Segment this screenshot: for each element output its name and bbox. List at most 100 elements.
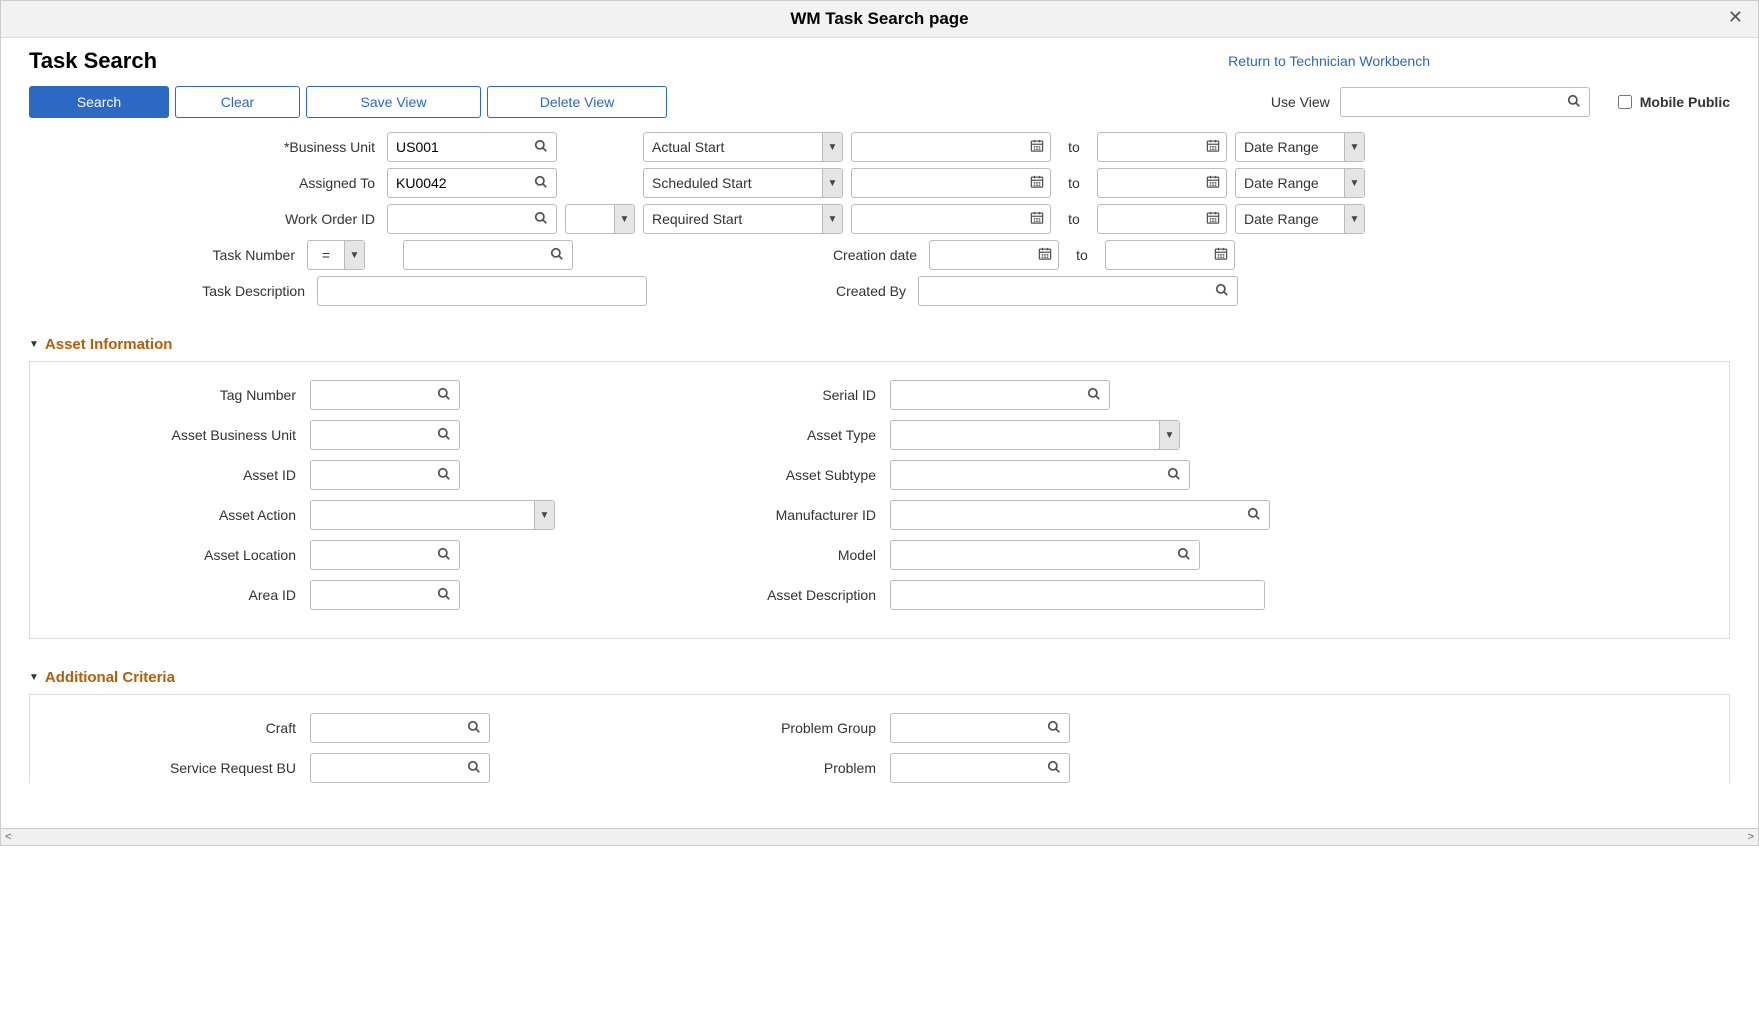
task-description-input[interactable] bbox=[317, 276, 647, 306]
chevron-down-icon[interactable]: ▼ bbox=[344, 241, 364, 269]
task-number-input[interactable] bbox=[404, 243, 542, 267]
return-link[interactable]: Return to Technician Workbench bbox=[1228, 53, 1430, 69]
creation-date-to[interactable] bbox=[1105, 240, 1235, 270]
assigned-to-lookup[interactable] bbox=[387, 168, 557, 198]
required-start-range-select[interactable]: Date Range ▼ bbox=[1235, 204, 1365, 234]
scroll-container[interactable]: Task Search Return to Technician Workben… bbox=[1, 38, 1758, 828]
actual-start-select[interactable]: Actual Start ▼ bbox=[643, 132, 843, 162]
asset-description-input[interactable] bbox=[890, 580, 1265, 610]
chevron-down-icon[interactable]: ▼ bbox=[614, 205, 634, 233]
task-number-lookup[interactable] bbox=[403, 240, 573, 270]
chevron-down-icon: ▼ bbox=[29, 339, 39, 350]
required-start-select[interactable]: Required Start ▼ bbox=[643, 204, 843, 234]
calendar-icon[interactable] bbox=[1024, 174, 1050, 192]
business-unit-lookup[interactable] bbox=[387, 132, 557, 162]
calendar-icon[interactable] bbox=[1200, 138, 1226, 156]
asset-subtype-lookup[interactable] bbox=[890, 460, 1190, 490]
scroll-left-icon[interactable]: < bbox=[5, 831, 11, 843]
search-icon[interactable] bbox=[1207, 283, 1237, 300]
search-icon[interactable] bbox=[429, 547, 459, 564]
required-start-to-date[interactable] bbox=[1097, 204, 1227, 234]
search-icon[interactable] bbox=[526, 211, 556, 228]
task-number-operator-select[interactable]: = ▼ bbox=[307, 240, 365, 270]
asset-type-select[interactable]: ▼ bbox=[890, 420, 1180, 450]
chevron-down-icon[interactable]: ▼ bbox=[1344, 169, 1364, 197]
problem-group-lookup[interactable] bbox=[890, 713, 1070, 743]
creation-date-from[interactable] bbox=[929, 240, 1059, 270]
additional-criteria-section: Craft Problem Group Service Request BU P… bbox=[29, 694, 1730, 783]
search-icon[interactable] bbox=[526, 139, 556, 156]
calendar-icon[interactable] bbox=[1024, 138, 1050, 156]
assigned-to-input[interactable] bbox=[388, 171, 526, 195]
chevron-down-icon[interactable]: ▼ bbox=[1159, 421, 1179, 449]
search-icon[interactable] bbox=[429, 387, 459, 404]
model-lookup[interactable] bbox=[890, 540, 1200, 570]
actual-start-range-select[interactable]: Date Range ▼ bbox=[1235, 132, 1365, 162]
search-icon[interactable] bbox=[1159, 467, 1189, 484]
asset-location-lookup[interactable] bbox=[310, 540, 460, 570]
business-unit-input[interactable] bbox=[388, 135, 526, 159]
serial-id-lookup[interactable] bbox=[890, 380, 1110, 410]
tag-number-lookup[interactable] bbox=[310, 380, 460, 410]
close-icon[interactable]: ✕ bbox=[1728, 7, 1743, 28]
scheduled-start-range-select[interactable]: Date Range ▼ bbox=[1235, 168, 1365, 198]
chevron-down-icon[interactable]: ▼ bbox=[822, 133, 842, 161]
actual-start-to-date[interactable] bbox=[1097, 132, 1227, 162]
chevron-down-icon[interactable]: ▼ bbox=[1344, 205, 1364, 233]
chevron-down-icon[interactable]: ▼ bbox=[822, 205, 842, 233]
work-order-extra-select[interactable]: ▼ bbox=[565, 204, 635, 234]
scheduled-start-select[interactable]: Scheduled Start ▼ bbox=[643, 168, 843, 198]
asset-id-lookup[interactable] bbox=[310, 460, 460, 490]
clear-button[interactable]: Clear bbox=[175, 86, 300, 118]
service-request-bu-lookup[interactable] bbox=[310, 753, 490, 783]
scroll-right-icon[interactable]: > bbox=[1748, 831, 1754, 843]
work-order-id-input[interactable] bbox=[388, 207, 526, 231]
created-by-input[interactable] bbox=[919, 279, 1207, 303]
actual-start-from-date[interactable] bbox=[851, 132, 1051, 162]
search-icon[interactable] bbox=[1039, 720, 1069, 737]
search-icon[interactable] bbox=[429, 587, 459, 604]
search-icon[interactable] bbox=[1079, 387, 1109, 404]
calendar-icon[interactable] bbox=[1208, 246, 1234, 264]
modal-header: WM Task Search page ✕ bbox=[1, 1, 1758, 38]
chevron-down-icon[interactable]: ▼ bbox=[822, 169, 842, 197]
chevron-down-icon[interactable]: ▼ bbox=[534, 501, 554, 529]
chevron-down-icon[interactable]: ▼ bbox=[1344, 133, 1364, 161]
search-icon[interactable] bbox=[542, 247, 572, 264]
work-order-id-lookup[interactable] bbox=[387, 204, 557, 234]
search-icon[interactable] bbox=[526, 175, 556, 192]
mobile-public-checkbox[interactable] bbox=[1618, 95, 1632, 109]
search-icon[interactable] bbox=[1039, 760, 1069, 777]
use-view-field[interactable] bbox=[1341, 90, 1559, 114]
calendar-icon[interactable] bbox=[1032, 246, 1058, 264]
scheduled-start-to-date[interactable] bbox=[1097, 168, 1227, 198]
additional-criteria-section-header[interactable]: ▼ Additional Criteria bbox=[29, 669, 1730, 686]
problem-lookup[interactable] bbox=[890, 753, 1070, 783]
search-icon[interactable] bbox=[1169, 547, 1199, 564]
required-start-from-date[interactable] bbox=[851, 204, 1051, 234]
search-icon[interactable] bbox=[459, 720, 489, 737]
search-icon[interactable] bbox=[1239, 507, 1269, 524]
craft-lookup[interactable] bbox=[310, 713, 490, 743]
scheduled-start-from-date[interactable] bbox=[851, 168, 1051, 198]
use-view-input[interactable] bbox=[1340, 87, 1590, 117]
search-icon[interactable] bbox=[429, 427, 459, 444]
search-icon[interactable] bbox=[459, 760, 489, 777]
area-id-lookup[interactable] bbox=[310, 580, 460, 610]
asset-info-section-header[interactable]: ▼ Asset Information bbox=[29, 336, 1730, 353]
horizontal-scrollbar[interactable]: < > bbox=[1, 828, 1758, 845]
asset-info-section: Tag Number Serial ID Asset Business Unit… bbox=[29, 361, 1730, 639]
search-icon[interactable] bbox=[1559, 94, 1589, 111]
model-label: Model bbox=[580, 547, 880, 563]
save-view-button[interactable]: Save View bbox=[306, 86, 481, 118]
calendar-icon[interactable] bbox=[1024, 210, 1050, 228]
asset-bu-lookup[interactable] bbox=[310, 420, 460, 450]
calendar-icon[interactable] bbox=[1200, 210, 1226, 228]
calendar-icon[interactable] bbox=[1200, 174, 1226, 192]
manufacturer-id-lookup[interactable] bbox=[890, 500, 1270, 530]
created-by-lookup[interactable] bbox=[918, 276, 1238, 306]
asset-action-select[interactable]: ▼ bbox=[310, 500, 555, 530]
search-button[interactable]: Search bbox=[29, 86, 169, 118]
delete-view-button[interactable]: Delete View bbox=[487, 86, 667, 118]
search-icon[interactable] bbox=[429, 467, 459, 484]
